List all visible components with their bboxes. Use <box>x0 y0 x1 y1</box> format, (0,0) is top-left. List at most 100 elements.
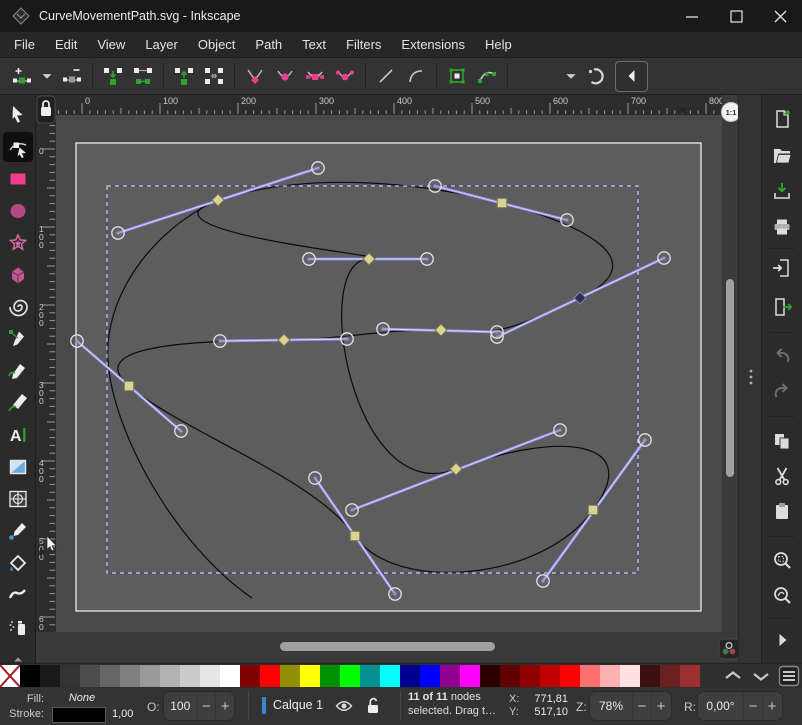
palette-swatch[interactable] <box>480 665 500 687</box>
break-nodes-button[interactable] <box>169 61 199 91</box>
rotation-value[interactable]: 0,00° <box>698 699 743 713</box>
insert-node-button[interactable] <box>7 61 37 91</box>
show-handles-button[interactable] <box>581 61 611 91</box>
fill-value[interactable]: None <box>56 692 108 704</box>
tool-gradient[interactable] <box>3 452 33 482</box>
zoom-spinbox[interactable]: 78% − + <box>589 691 672 721</box>
tool-mesh-gradient[interactable] <box>3 484 33 514</box>
tool-text[interactable]: A <box>3 420 33 450</box>
join-with-segment-button[interactable] <box>128 61 158 91</box>
smooth-node-button[interactable] <box>270 61 300 91</box>
zoom-decrease-button[interactable]: − <box>632 692 651 720</box>
tool-rectangle[interactable] <box>3 164 33 194</box>
corner-node-button[interactable] <box>240 61 270 91</box>
palette-swatch[interactable] <box>440 665 460 687</box>
export-button[interactable] <box>768 293 796 321</box>
copy-button[interactable] <box>768 427 796 455</box>
tool-ellipse[interactable] <box>3 196 33 226</box>
rotation-spinbox[interactable]: 0,00° − + <box>697 691 783 721</box>
palette-swatch[interactable] <box>180 665 200 687</box>
palette-swatch[interactable] <box>20 665 40 687</box>
path-node[interactable] <box>124 381 133 390</box>
undo-button[interactable] <box>768 342 796 370</box>
paste-button[interactable] <box>768 497 796 525</box>
redo-button[interactable] <box>768 377 796 405</box>
tool-tweak[interactable] <box>3 580 33 610</box>
path-node[interactable] <box>350 531 359 540</box>
minimize-button[interactable] <box>670 0 714 32</box>
palette-swatch[interactable] <box>460 665 480 687</box>
palette-swatch[interactable] <box>220 665 240 687</box>
zoom-selection-button[interactable] <box>768 546 796 574</box>
palette-swatch[interactable] <box>540 665 560 687</box>
path-node[interactable] <box>497 198 506 207</box>
opacity-increase-button[interactable]: + <box>215 692 234 720</box>
h-scrollbar-thumb[interactable] <box>280 642 495 651</box>
tool-dropper[interactable] <box>3 516 33 546</box>
tool-pencil[interactable] <box>3 356 33 386</box>
delete-node-button[interactable] <box>57 61 87 91</box>
palette-swatch[interactable] <box>560 665 580 687</box>
line-segment-button[interactable] <box>371 61 401 91</box>
menu-path[interactable]: Path <box>245 32 292 57</box>
scroll-up-button[interactable] <box>722 666 744 686</box>
menu-layer[interactable]: Layer <box>135 32 188 57</box>
auto-smooth-node-button[interactable] <box>330 61 360 91</box>
menu-filters[interactable]: Filters <box>336 32 391 57</box>
palette-swatch[interactable] <box>520 665 540 687</box>
menu-object[interactable]: Object <box>188 32 246 57</box>
palette-swatch[interactable] <box>240 665 260 687</box>
zoom-drawing-button[interactable] <box>768 581 796 609</box>
canvas[interactable]: 0100200300400500600700800010020030040050… <box>36 95 738 663</box>
open-document-button[interactable] <box>768 141 796 169</box>
current-layer-name[interactable]: Calque 1 <box>273 698 323 712</box>
stroke-color-swatch[interactable] <box>52 707 106 723</box>
close-button[interactable] <box>758 0 802 32</box>
palette-swatch[interactable] <box>280 665 300 687</box>
cut-button[interactable] <box>768 462 796 490</box>
tool-paint-bucket[interactable] <box>3 548 33 578</box>
color-managed-view-button[interactable] <box>719 639 738 659</box>
palette-swatch[interactable] <box>400 665 420 687</box>
menu-edit[interactable]: Edit <box>45 32 87 57</box>
palette-swatch[interactable] <box>420 665 440 687</box>
tool-selector[interactable] <box>3 100 33 130</box>
document-page[interactable] <box>76 143 701 611</box>
tool-calligraphy[interactable] <box>3 388 33 418</box>
layer-visibility-toggle[interactable] <box>334 697 354 715</box>
zoom-increase-button[interactable]: + <box>651 692 670 720</box>
save-document-button[interactable] <box>768 177 796 205</box>
tool-spiral[interactable] <box>3 292 33 322</box>
join-nodes-button[interactable] <box>98 61 128 91</box>
palette-swatch[interactable] <box>140 665 160 687</box>
insert-node-dropdown-button[interactable] <box>37 61 57 91</box>
palette-swatch[interactable] <box>160 665 180 687</box>
opacity-decrease-button[interactable]: − <box>197 692 216 720</box>
palette-swatch[interactable] <box>500 665 520 687</box>
opacity-value[interactable]: 100 <box>164 699 197 713</box>
palette-swatch[interactable] <box>100 665 120 687</box>
tool-box-3d[interactable] <box>3 260 33 290</box>
palette-swatch[interactable] <box>80 665 100 687</box>
menu-file[interactable]: File <box>4 32 45 57</box>
palette-swatch[interactable] <box>340 665 360 687</box>
object-to-path-button[interactable] <box>442 61 472 91</box>
more-arrow-button[interactable] <box>768 626 796 654</box>
menu-text[interactable]: Text <box>292 32 336 57</box>
palette-swatch[interactable] <box>360 665 380 687</box>
palette-menu-button[interactable] <box>778 666 800 686</box>
rotation-increase-button[interactable]: + <box>762 692 781 720</box>
palette-swatch[interactable] <box>680 665 700 687</box>
palette-swatch[interactable] <box>120 665 140 687</box>
new-document-button[interactable] <box>768 105 796 133</box>
layer-lock-toggle[interactable] <box>364 696 382 715</box>
print-button[interactable] <box>768 213 796 241</box>
palette-swatch[interactable] <box>640 665 660 687</box>
palette-swatch-none[interactable] <box>0 665 20 687</box>
symmetric-node-button[interactable] <box>300 61 330 91</box>
palette-swatch[interactable] <box>200 665 220 687</box>
stroke-to-path-button[interactable] <box>472 61 502 91</box>
palette-swatch[interactable] <box>380 665 400 687</box>
menu-help[interactable]: Help <box>475 32 522 57</box>
menu-view[interactable]: View <box>87 32 135 57</box>
